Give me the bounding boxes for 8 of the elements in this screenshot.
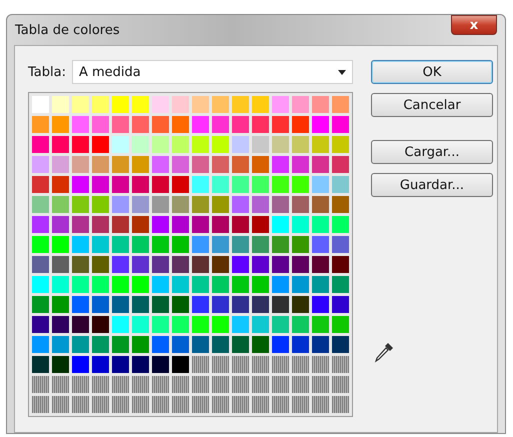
dialog-button[interactable]: Cancelar — [371, 93, 493, 117]
window-title: Tabla de colores — [15, 22, 120, 38]
dialog-button[interactable]: OK — [371, 60, 493, 84]
table-dropdown[interactable]: A medida — [72, 60, 353, 84]
close-button[interactable]: x — [451, 15, 497, 35]
dialog-button[interactable]: Guardar... — [371, 173, 493, 197]
dialog-button[interactable]: Cargar... — [371, 140, 493, 164]
table-label: Tabla: — [28, 64, 66, 80]
